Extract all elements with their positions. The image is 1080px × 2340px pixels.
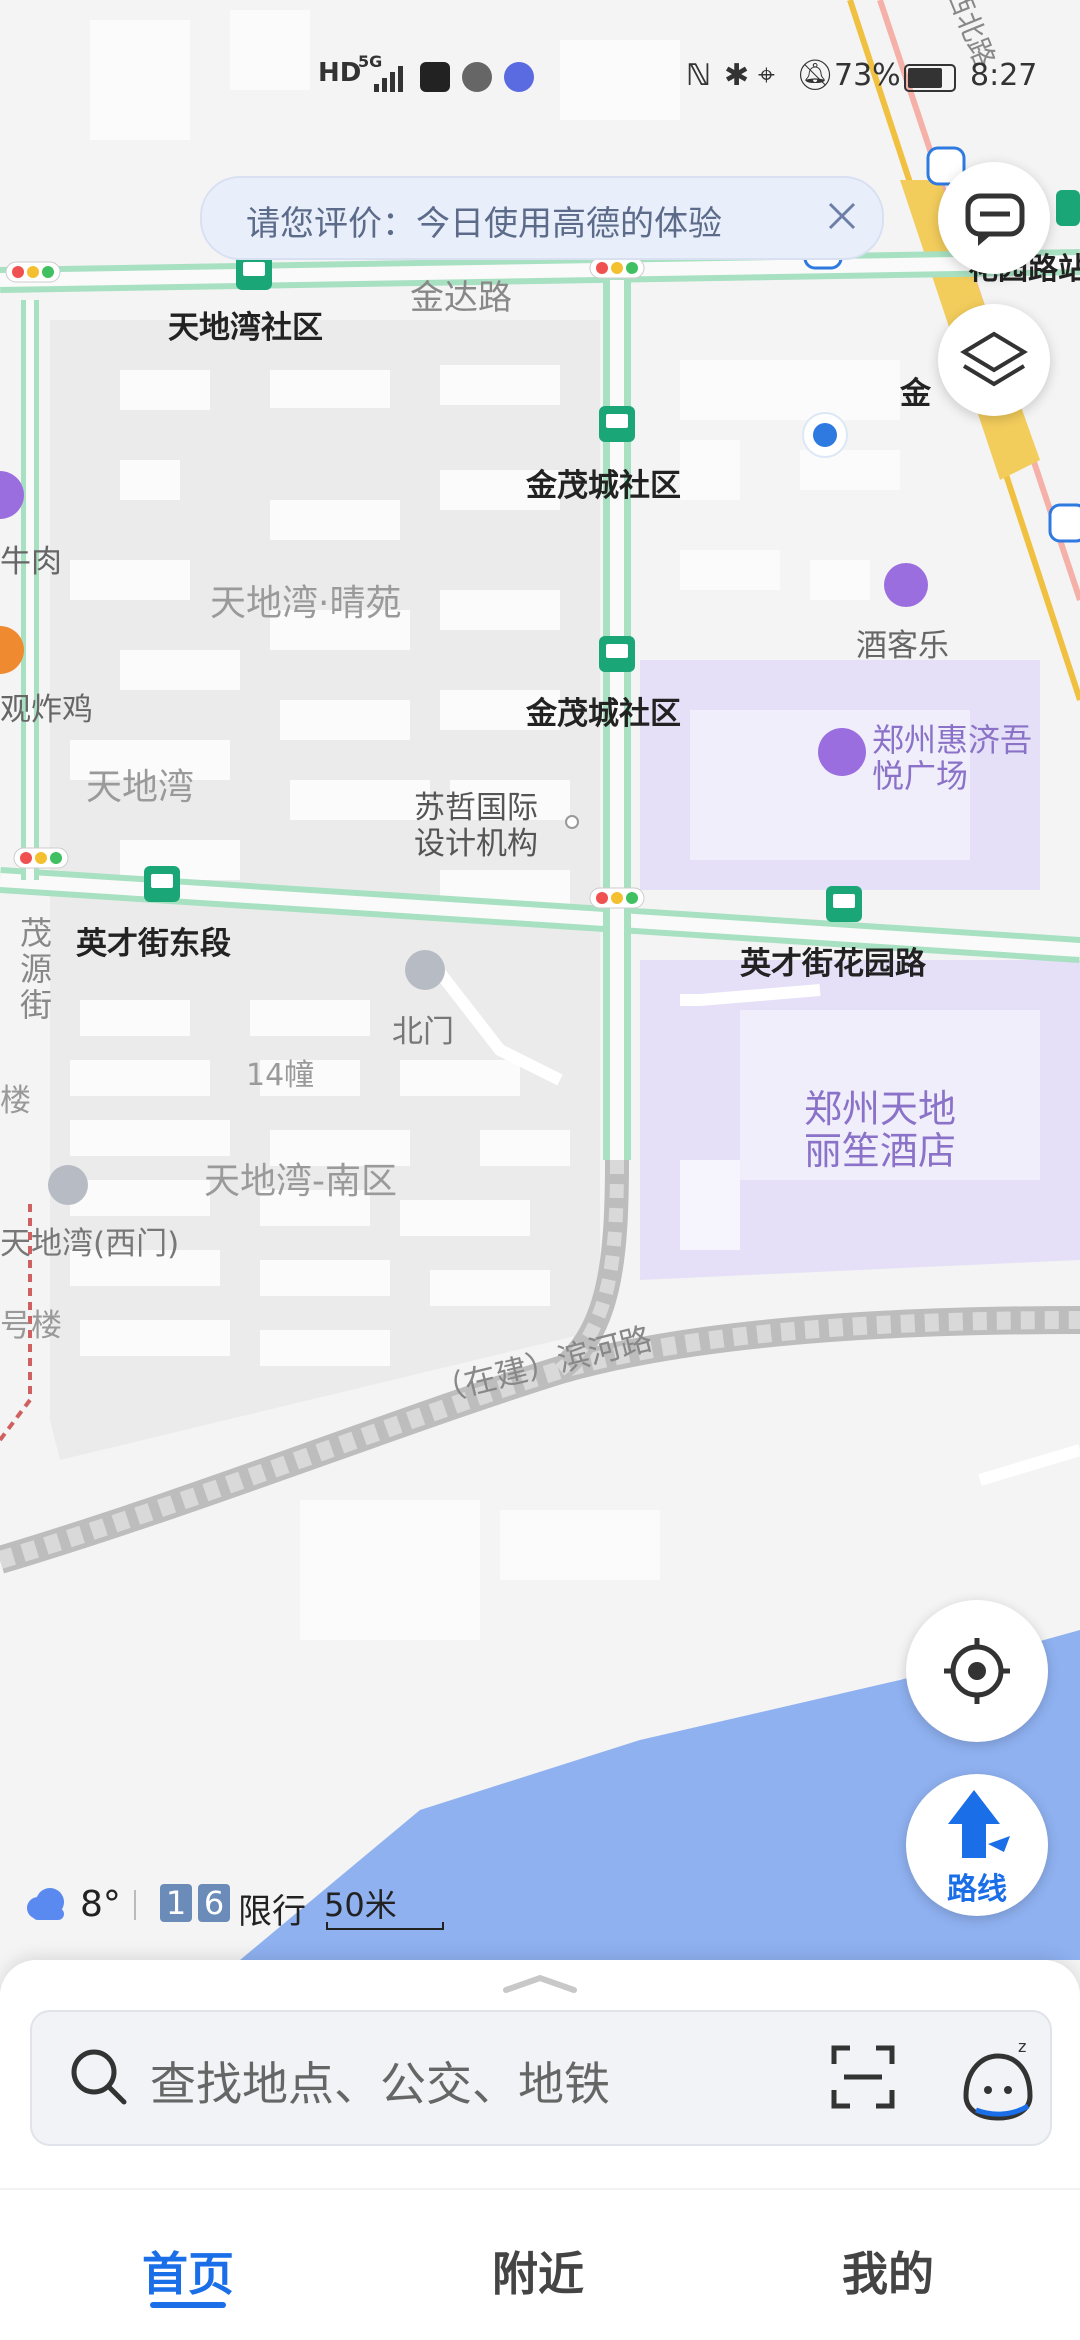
edge-label: 号楼 — [0, 1308, 62, 1344]
temperature: 8° — [80, 1884, 121, 1925]
nfc-icon: ℕ — [686, 58, 712, 93]
audio-icon — [462, 62, 492, 92]
review-prompt-text: 请您评价：今日使用高德的体验 — [246, 204, 722, 244]
restriction-digit: 1 — [160, 1884, 192, 1922]
battery-icon — [904, 64, 956, 92]
crosshair-icon — [944, 1638, 1010, 1704]
route-label: 路线 — [947, 1872, 1007, 1907]
mute-icon: 🔕︎ — [796, 58, 835, 93]
drag-handle-icon[interactable] — [500, 1972, 580, 1996]
signal-icon — [372, 64, 408, 100]
assistant-icon[interactable]: z — [952, 2036, 1042, 2126]
bus-stop-label[interactable]: 英才街花园路 — [740, 938, 926, 983]
battery-percent: 73% — [834, 58, 901, 93]
layers-button[interactable] — [938, 304, 1050, 416]
tab-active-indicator — [150, 2302, 226, 2308]
search-icon — [71, 2049, 127, 2105]
scale-label: 50米 — [324, 1886, 397, 1924]
hd-indicator: HD — [318, 58, 362, 88]
bus-stop-label[interactable]: 天地湾社区 — [168, 302, 323, 347]
close-icon[interactable] — [822, 196, 862, 236]
tab-home[interactable]: 首页 — [142, 2238, 234, 2304]
review-prompt-banner[interactable]: 请您评价：今日使用高德的体验 — [200, 176, 884, 260]
road-label-jinda: 金达路 — [410, 278, 512, 318]
poi-label-hotel[interactable]: 郑州天地丽笙酒店 — [804, 1088, 984, 1172]
bluetooth-icon: ✱ — [724, 58, 750, 93]
tiktok-icon — [420, 62, 450, 92]
tab-me[interactable]: 我的 — [842, 2238, 934, 2304]
poi-label[interactable]: 酒客乐 — [856, 620, 949, 665]
search-bar[interactable]: 查找地点、公交、地铁 z — [30, 2010, 1052, 2146]
bus-stop-label[interactable]: 英才街东段 — [76, 918, 231, 963]
edge-label: 楼 — [0, 1083, 31, 1119]
area-label: 天地湾-南区 — [204, 1161, 397, 1202]
area-label: 14幢 — [246, 1058, 315, 1093]
road-label-maoyuan: 茂源街 — [20, 914, 53, 1024]
cloud-icon — [27, 1888, 64, 1920]
poi-label-beimen[interactable]: 北门 — [392, 1006, 454, 1051]
music-icon — [504, 62, 534, 92]
locate-button[interactable] — [906, 1600, 1048, 1742]
restriction-digit: 6 — [198, 1884, 230, 1922]
poi-label[interactable]: 天地湾(西门) — [0, 1218, 179, 1263]
scan-icon[interactable] — [828, 2042, 898, 2112]
edge-label: 金 — [900, 376, 931, 412]
bus-stop-label[interactable]: 金茂城社区 — [526, 688, 681, 733]
layers-icon — [960, 331, 1028, 387]
area-label: 天地湾·晴苑 — [210, 583, 402, 624]
status-bar: HD 5G ℕ ✱ ⌖ 🔕︎ 73% 8:27 — [0, 40, 1080, 120]
tab-nearby[interactable]: 附近 — [492, 2238, 584, 2304]
chat-icon — [965, 193, 1025, 246]
edge-label: 观炸鸡 — [0, 692, 93, 728]
svg-text:z: z — [1018, 2037, 1026, 2056]
scale-bar — [326, 1922, 444, 1930]
poi-label[interactable]: 苏哲国际设计机构 — [414, 790, 564, 862]
bus-stop-label[interactable]: 金茂城社区 — [526, 460, 681, 505]
area-label: 天地湾 — [86, 767, 195, 808]
restriction-label: 限行 — [238, 1892, 306, 1932]
clock: 8:27 — [970, 58, 1038, 93]
edge-label: 牛肉 — [0, 544, 62, 580]
poi-label-mall[interactable]: 郑州惠济吾悦广场 — [872, 722, 1032, 794]
location-icon: ⌖ — [758, 58, 775, 93]
message-button[interactable] — [938, 162, 1050, 274]
route-button[interactable]: 路线 — [906, 1774, 1048, 1916]
search-input[interactable]: 查找地点、公交、地铁 — [150, 2048, 610, 2114]
